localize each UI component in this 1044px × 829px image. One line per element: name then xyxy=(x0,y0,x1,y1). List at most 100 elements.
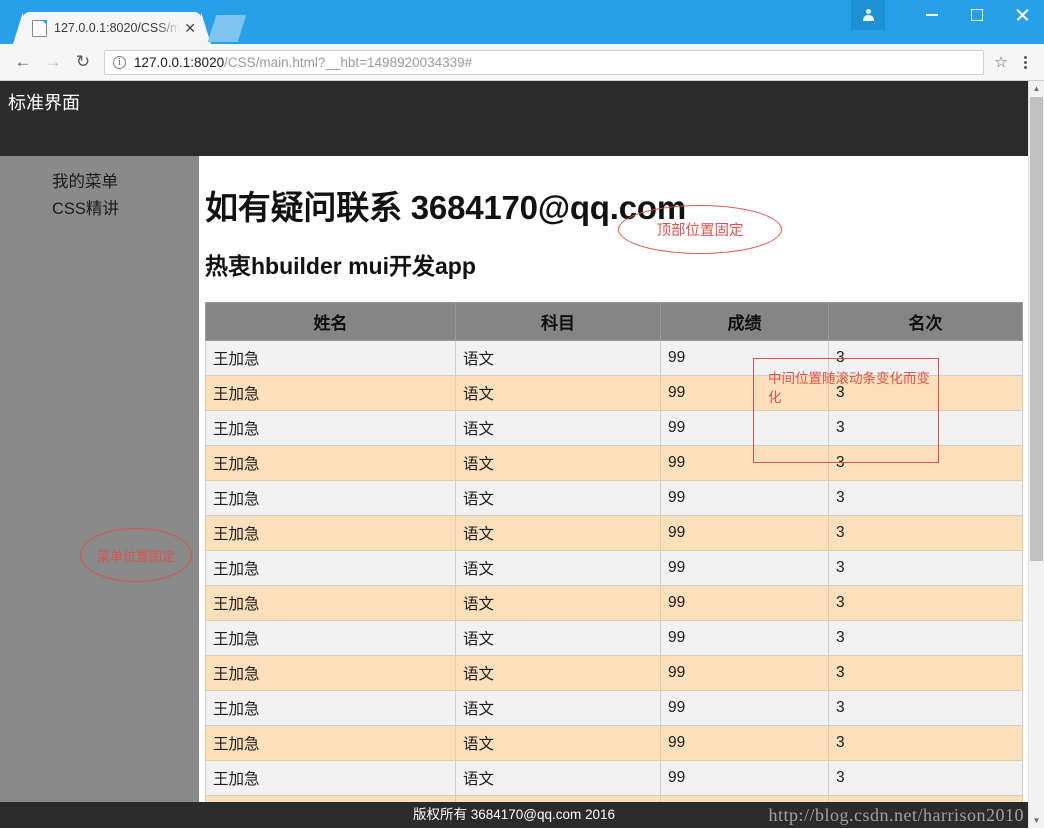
close-window-icon xyxy=(1015,8,1029,22)
table-body: 王加急 语文 99 3 王加急 语文 99 3 王加急 语文 99 3 王加急 语文 99 3 王加急 语文 99 3… xyxy=(205,340,1023,828)
site-header: 标准界面 xyxy=(0,81,1028,156)
table-row: 王加急语文993 xyxy=(205,550,1023,586)
cell-rank: 3 xyxy=(828,585,1023,621)
address-bar[interactable]: i 127.0.0.1:8020/CSS/main.html?__hbt=149… xyxy=(104,49,984,75)
table-row: 王加急语文993 xyxy=(205,655,1023,691)
cell-name: 王加急 xyxy=(205,480,456,516)
grades-table: 姓名 科目 成绩 名次 王加急 语文 99 3 王加急 语文 99 3 王加急 语文 99 3 王加急语… xyxy=(205,302,1023,828)
cell-subject: 语文 xyxy=(455,375,661,411)
cell-rank: 3 xyxy=(828,690,1023,726)
page-title: 标准界面 xyxy=(8,93,80,113)
page-scrollbar[interactable]: ▲ ▼ xyxy=(1028,81,1044,828)
cell-rank: 3 xyxy=(828,340,1023,376)
table-row: 王加急语文993 xyxy=(205,445,1023,481)
column-header-name: 姓名 xyxy=(205,302,456,341)
cell-score: 99 xyxy=(660,480,829,516)
table-row: 王加急语文993 xyxy=(205,515,1023,551)
site-footer: 版权所有 3684170@qq.com 2016 xyxy=(0,802,1028,828)
cell-rank: 3 xyxy=(828,550,1023,586)
column-header-score: 成绩 xyxy=(660,302,829,341)
cell-subject: 语文 xyxy=(455,550,661,586)
table-row: 王加急语文993 xyxy=(205,725,1023,761)
table-row: 王加急语文993 xyxy=(205,585,1023,621)
cell-score: 99 xyxy=(660,340,829,376)
cell-score: 99 xyxy=(660,585,829,621)
cell-score: 99 xyxy=(660,550,829,586)
cell-score: 99 xyxy=(660,655,829,691)
cell-name: 王加急 xyxy=(205,515,456,551)
cell-score: 99 xyxy=(660,620,829,656)
cell-score: 99 xyxy=(660,760,829,796)
scroll-down-icon[interactable]: ▼ xyxy=(1029,813,1044,828)
chrome-menu-icon[interactable] xyxy=(1014,49,1036,75)
sidebar-item-my-menu[interactable]: 我的菜单 xyxy=(52,169,199,196)
scroll-up-icon[interactable]: ▲ xyxy=(1029,81,1044,96)
table-row: 王加急语文993 xyxy=(205,690,1023,726)
cell-rank: 3 xyxy=(828,445,1023,481)
site-info-icon[interactable]: i xyxy=(113,55,126,69)
url-path: /CSS/main.html?__hbt=1498920034339# xyxy=(224,54,473,70)
cell-score: 99 xyxy=(660,725,829,761)
table-head: 姓名 科目 成绩 名次 xyxy=(205,302,1023,341)
browser-toolbar: ← → ↻ i 127.0.0.1:8020/CSS/main.html?__h… xyxy=(0,44,1044,81)
cell-rank: 3 xyxy=(828,480,1023,516)
cell-name: 王加急 xyxy=(205,375,456,411)
sidebar-item-css-lecture[interactable]: CSS精讲 xyxy=(52,196,199,223)
back-button[interactable]: ← xyxy=(8,47,38,77)
cell-subject: 语文 xyxy=(455,690,661,726)
page-icon xyxy=(32,19,47,37)
sidebar-menu: 我的菜单 CSS精讲 xyxy=(0,156,199,223)
cell-subject: 语文 xyxy=(455,340,661,376)
site-sidebar: 我的菜单 CSS精讲 xyxy=(0,156,199,828)
cell-subject: 语文 xyxy=(455,445,661,481)
browser-tab[interactable]: 127.0.0.1:8020/CSS/ma ✕ xyxy=(13,12,202,44)
cell-score: 99 xyxy=(660,515,829,551)
minimize-button[interactable] xyxy=(909,0,954,30)
page-viewport: 标准界面 我的菜单 CSS精讲 如有疑问联系 3684170@qq.com 热衷… xyxy=(0,81,1044,828)
table-row: 王加急语文993 xyxy=(205,410,1023,446)
cell-name: 王加急 xyxy=(205,410,456,446)
scrollbar-thumb[interactable] xyxy=(1030,97,1043,561)
cell-name: 王加急 xyxy=(205,340,456,376)
user-icon xyxy=(862,8,875,22)
cell-subject: 语文 xyxy=(455,655,661,691)
table-row: 王加急语文993 xyxy=(205,375,1023,411)
cell-rank: 3 xyxy=(828,725,1023,761)
cell-subject: 语文 xyxy=(455,410,661,446)
column-header-rank: 名次 xyxy=(828,302,1023,341)
window-controls xyxy=(851,0,1044,44)
cell-rank: 3 xyxy=(828,655,1023,691)
column-header-subject: 科目 xyxy=(455,302,661,341)
main-content: 如有疑问联系 3684170@qq.com 热衷hbuilder mui开发ap… xyxy=(199,156,1028,828)
cell-score: 99 xyxy=(660,375,829,411)
bookmark-star-icon[interactable]: ☆ xyxy=(988,49,1014,75)
reload-button[interactable]: ↻ xyxy=(68,47,98,77)
maximize-button[interactable] xyxy=(954,0,999,30)
cell-rank: 3 xyxy=(828,375,1023,411)
window-close-button[interactable] xyxy=(999,0,1044,30)
cell-rank: 3 xyxy=(828,410,1023,446)
profile-button[interactable] xyxy=(851,0,885,30)
cell-rank: 3 xyxy=(828,515,1023,551)
new-tab-button[interactable] xyxy=(207,15,247,42)
forward-button[interactable]: → xyxy=(38,47,68,77)
cell-name: 王加急 xyxy=(205,445,456,481)
tab-title: 127.0.0.1:8020/CSS/ma xyxy=(54,21,181,35)
table-row: 王加急语文993 xyxy=(205,620,1023,656)
cell-name: 王加急 xyxy=(205,655,456,691)
table-row: 王加急语文993 xyxy=(205,480,1023,516)
cell-subject: 语文 xyxy=(455,725,661,761)
table-row: 王加急语文993 xyxy=(205,340,1023,376)
cell-subject: 语文 xyxy=(455,515,661,551)
web-page: 标准界面 我的菜单 CSS精讲 如有疑问联系 3684170@qq.com 热衷… xyxy=(0,81,1028,828)
cell-subject: 语文 xyxy=(455,620,661,656)
cell-subject: 语文 xyxy=(455,585,661,621)
cell-subject: 语文 xyxy=(455,760,661,796)
maximize-icon xyxy=(970,9,983,21)
minimize-icon xyxy=(925,14,938,16)
table-row: 王加急语文993 xyxy=(205,760,1023,796)
copyright-text: 版权所有 3684170@qq.com 2016 xyxy=(412,807,616,822)
cell-rank: 3 xyxy=(828,760,1023,796)
cell-name: 王加急 xyxy=(205,690,456,726)
close-icon[interactable]: ✕ xyxy=(184,21,196,35)
